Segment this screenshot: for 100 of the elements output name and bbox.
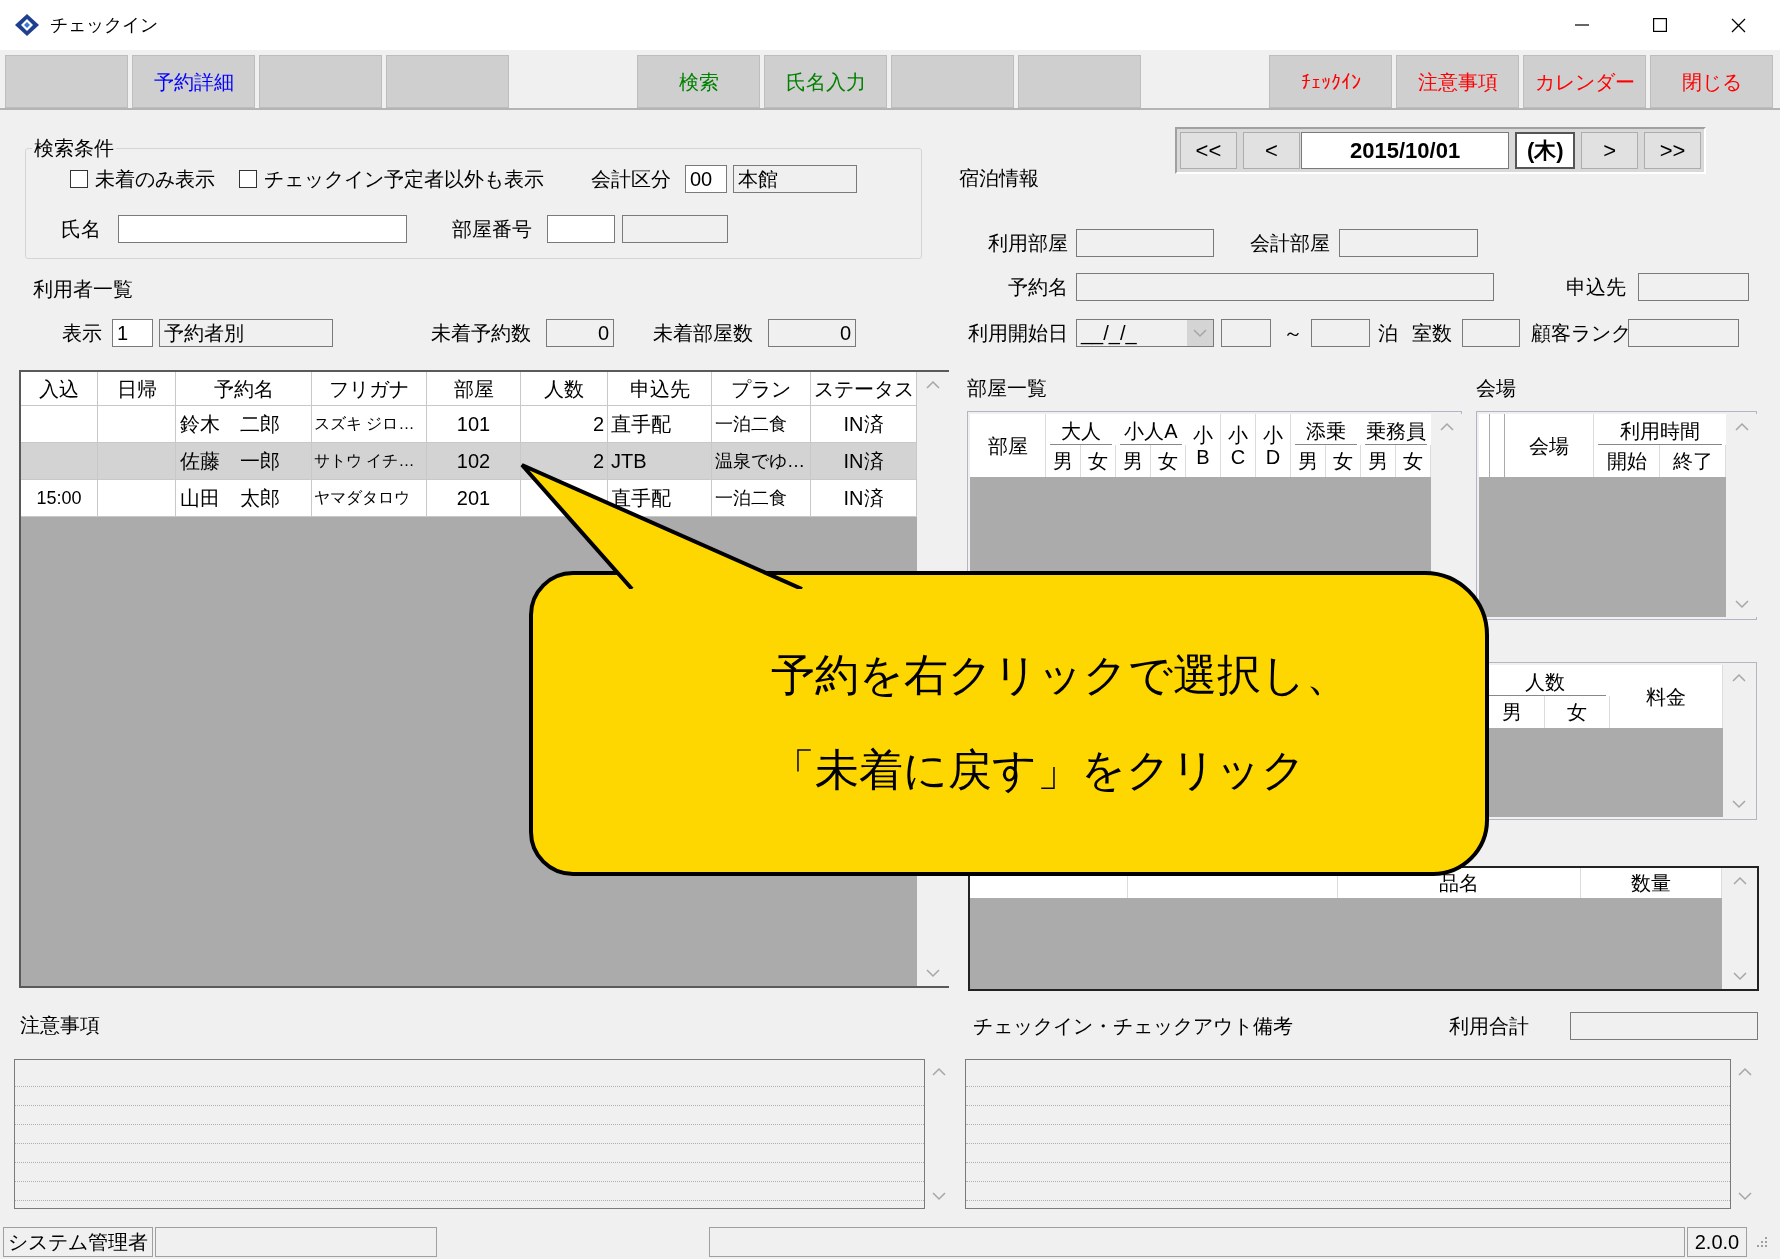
input-field[interactable] [622,215,728,243]
input-field[interactable] [1570,1012,1758,1040]
column-header[interactable]: 添乗 [1306,418,1346,444]
toolbar-button[interactable]: 予約詳細 [132,55,255,108]
toolbar-button[interactable] [386,55,509,108]
nav-button[interactable]: > [1581,132,1639,169]
input-field[interactable] [1076,229,1214,257]
input-field[interactable] [547,215,615,243]
column-header[interactable]: 男 [1502,700,1522,724]
column-header[interactable]: 女 [1333,449,1353,473]
column-header[interactable]: 小人A [1124,418,1178,444]
resize-grip-icon[interactable] [1755,1234,1769,1249]
date-combo[interactable]: __/_/_ [1076,319,1214,347]
column-header[interactable]: 部屋 [987,433,1028,458]
column-header[interactable]: 男 [1053,449,1073,473]
toolbar-button[interactable] [259,55,382,108]
checkbox[interactable] [70,170,88,188]
date-field[interactable]: 2015/10/01 [1300,132,1510,169]
toolbar-button[interactable] [5,55,128,108]
column-header[interactable]: 男 [1123,449,1143,473]
close-icon[interactable] [1731,17,1746,33]
input-field[interactable] [1076,273,1494,301]
chevron-up-icon[interactable] [1738,1067,1752,1076]
section-title: 宿泊情報 [959,166,1040,190]
column-header[interactable]: 小D [1263,423,1283,468]
chevron-up-icon[interactable] [1732,876,1747,885]
input-field[interactable] [118,215,407,243]
input-field[interactable]: 本館 [733,165,857,193]
range-separator: ～ [1283,321,1304,345]
chevron-down-icon[interactable] [1193,328,1207,338]
table-row[interactable]: 鈴木 二郎 スズキ ジロ… 101 2 直手配 一泊二食 IN済 [21,406,917,443]
input-field[interactable]: 予約者別 [159,319,333,347]
input-field[interactable] [1221,319,1271,347]
field-label: 利用合計 [1449,1014,1530,1038]
input-field[interactable]: 1 [112,319,153,347]
maximize-icon[interactable] [1653,18,1667,32]
input-field[interactable]: 00 [685,165,727,193]
column-header[interactable]: 開始 [1606,449,1647,473]
nav-button[interactable]: << [1180,132,1237,169]
chevron-up-icon[interactable] [1734,422,1749,431]
chevron-down-icon[interactable] [932,1192,946,1201]
column-header[interactable]: 利用時間 [1620,418,1700,444]
chevron-up-icon[interactable] [1439,422,1454,431]
column-header[interactable]: 人数 [1525,669,1565,695]
section-title: 注意事項 [20,1013,100,1037]
nav-button[interactable]: < [1242,132,1300,169]
toolbar-button[interactable] [891,55,1014,108]
column-header[interactable]: 男 [1368,449,1388,473]
table-cell: IN済 [843,486,884,510]
column-header[interactable]: 女 [1567,700,1587,724]
input-field[interactable] [1462,319,1520,347]
checkbox[interactable] [239,170,257,188]
table-cell: 佐藤 一郎 [180,449,280,473]
table-cell: IN済 [843,412,884,436]
unit-label: 泊 [1378,321,1399,345]
column-header[interactable]: 大人 [1061,418,1101,444]
input-field[interactable] [1311,319,1370,347]
column-header[interactable]: 乗務員 [1366,418,1426,444]
column-header[interactable]: 小B [1193,423,1213,468]
column-header[interactable]: 品名 [1439,871,1479,895]
field-label: 利用開始日 [967,321,1068,345]
table-cell: 102 [456,449,491,473]
callout-text: 「未着に戻す」をクリック [771,743,1306,796]
chevron-down-icon[interactable] [1731,800,1746,809]
checkbox-label[interactable]: チェックイン予定者以外も表示 [264,167,544,191]
chevron-up-icon[interactable] [926,380,940,389]
chevron-down-icon[interactable] [1732,972,1747,981]
window-title: チェックイン [50,14,158,37]
table-cell: JTB [611,449,647,473]
input-field[interactable] [1339,229,1478,257]
input-field[interactable]: 0 [768,319,856,347]
dropdown-button[interactable] [1187,320,1213,346]
column-header[interactable]: 男 [1298,449,1318,473]
field-label: 会計区分 [591,167,672,191]
column-header[interactable]: 数量 [1631,871,1671,895]
table-row[interactable]: 佐藤 一郎 サトウ イチ… 102 2 JTB 温泉でゆ… IN済 [21,443,917,480]
column-header[interactable]: 女 [1088,449,1108,473]
text-area[interactable] [965,1059,1731,1209]
input-field[interactable] [1638,273,1749,301]
checkbox-label[interactable]: 未着のみ表示 [95,167,215,191]
chevron-up-icon[interactable] [932,1067,946,1076]
chevron-up-icon[interactable] [1731,673,1746,682]
input-field[interactable] [1628,319,1739,347]
column-header[interactable]: 小C [1228,423,1248,468]
chevron-down-icon[interactable] [1734,600,1749,609]
field-label: 申込先 [1565,275,1626,299]
nav-button[interactable]: >> [1644,132,1702,169]
toolbar-button[interactable] [1018,55,1141,108]
chevron-down-icon[interactable] [926,969,940,978]
column-header[interactable]: 会場 [1529,433,1569,458]
chevron-down-icon[interactable] [1738,1192,1752,1201]
column-header[interactable]: 女 [1158,449,1178,473]
text-area[interactable] [14,1059,925,1209]
column-header[interactable]: 終了 [1672,449,1713,473]
column-header[interactable]: 女 [1403,449,1423,473]
input-field[interactable]: 0 [546,319,614,347]
table-cell-text: 15:00 [36,487,82,510]
field-label: 利用部屋 [987,231,1068,255]
column-header[interactable]: 料金 [1646,684,1686,709]
field-label: 室数 [1412,321,1453,345]
